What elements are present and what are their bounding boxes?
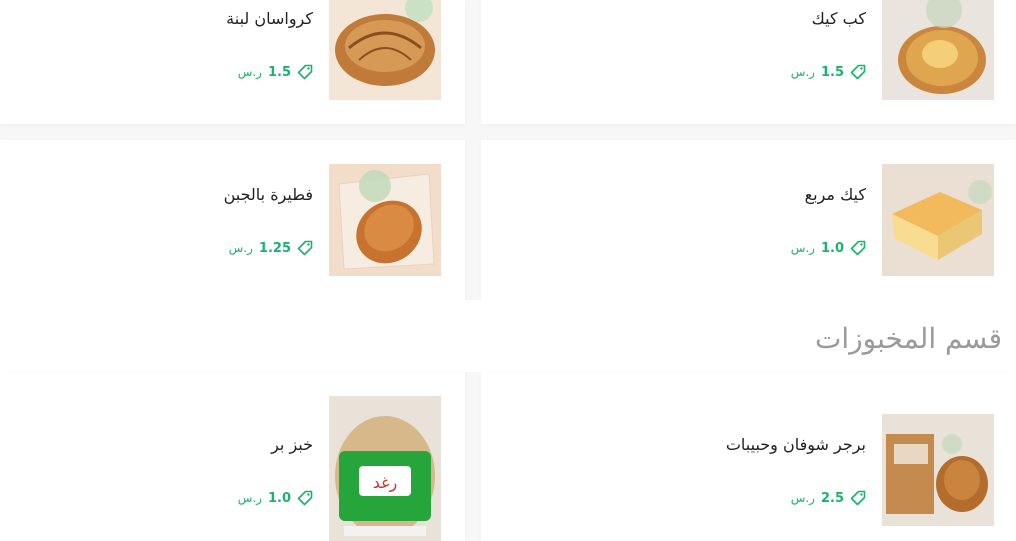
product-name[interactable]: برجر شوفان وحبيبات [726,435,866,454]
product-card-croissant-labneh[interactable]: كرواسان لبنة ر.س 1.5 [0,0,465,124]
product-name[interactable]: كب كيك [812,9,866,28]
product-price: ر.س 1.0 [238,490,313,506]
svg-text:رغد: رغد [373,473,398,493]
price-tag-icon [850,490,866,506]
currency-label: ر.س [237,491,262,505]
price-value: 2.5 [820,490,844,506]
price-tag-icon [850,64,866,80]
product-name[interactable]: خبز بر [271,435,313,454]
currency-label: ر.س [790,241,815,255]
price-tag-icon [297,240,313,256]
currency-label: ر.س [790,65,815,79]
product-image-wheat-bread[interactable]: رغد [329,396,441,541]
price-tag-icon [850,240,866,256]
product-image-square-cake[interactable] [882,164,994,276]
price-value: 1.5 [820,64,844,80]
product-name[interactable]: فطيرة بالجبن [224,185,313,204]
currency-label: ر.س [228,241,253,255]
product-price: ر.س 1.5 [791,64,866,80]
product-image-croissant[interactable] [329,0,441,100]
product-price: ر.س 1.25 [229,240,313,256]
product-name[interactable]: كيك مربع [805,185,866,204]
product-card-cheese-pie[interactable]: فطيرة بالجبن ر.س 1.25 [0,140,465,300]
section-title: قسم المخبوزات [814,322,1002,355]
currency-label: ر.س [237,65,262,79]
currency-label: ر.س [790,491,815,505]
price-value: 1.5 [267,64,291,80]
product-card-square-cake[interactable]: كيك مربع ر.س 1.0 [481,140,1016,300]
product-image-oat-burger[interactable] [882,414,994,526]
product-card-cupcake[interactable]: كب كيك ر.س 1.5 [481,0,1016,124]
price-value: 1.0 [267,490,291,506]
product-card-oat-burger[interactable]: برجر شوفان وحبيبات ر.س 2.5 [481,372,1016,541]
product-price: ر.س 2.5 [791,490,866,506]
product-image-cupcake[interactable] [882,0,994,100]
price-tag-icon [297,490,313,506]
product-image-cheese-pie[interactable] [329,164,441,276]
product-name[interactable]: كرواسان لبنة [226,9,313,28]
price-tag-icon [297,64,313,80]
price-value: 1.0 [820,240,844,256]
product-price: ر.س 1.5 [238,64,313,80]
price-value: 1.25 [258,240,291,256]
product-card-wheat-bread[interactable]: رغد خبز بر ر.س 1.0 [0,372,465,541]
product-price: ر.س 1.0 [791,240,866,256]
